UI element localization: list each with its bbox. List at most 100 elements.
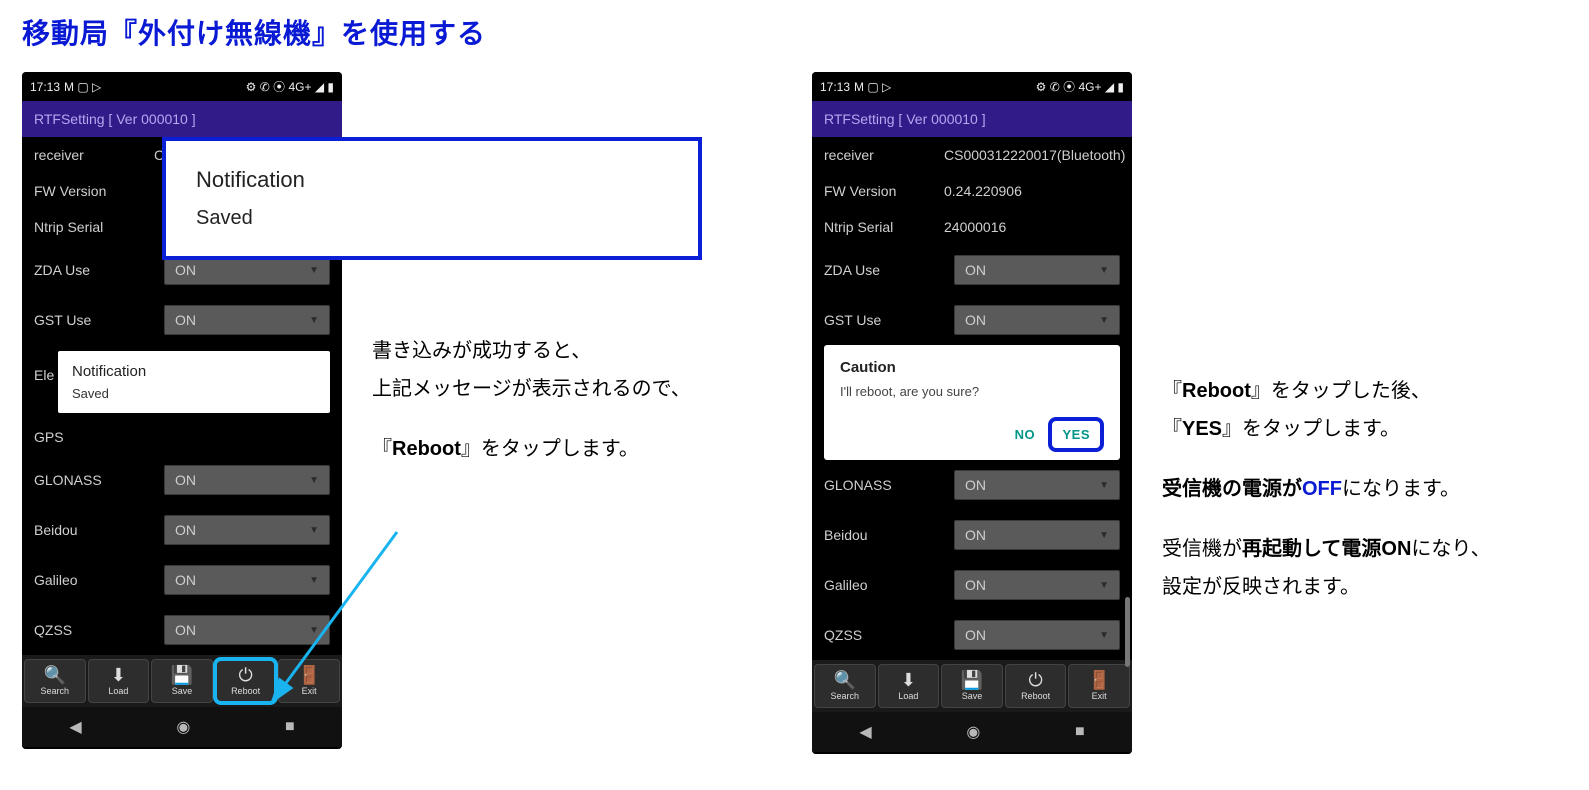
scrollbar[interactable] [1125,597,1130,667]
power-icon: ⏻ [1028,671,1042,689]
chevron-down-icon: ▼ [1099,265,1109,276]
notification-title: Notification [72,363,316,380]
page-title: 移動局『外付け無線機』を使用する [22,12,1567,52]
nav-back-icon[interactable]: ◀ [69,717,81,737]
zda-use-label: ZDA Use [34,262,154,278]
nav-home-icon[interactable]: ◉ [966,722,980,742]
phone-screenshot-right: 17:13 M ▢ ▷ ⚙ ✆ ⦿ 4G+ ◢ ▮ RTFSetting [ Ve… [812,72,1132,754]
status-right-icons: ⚙ ✆ ⦿ 4G+ ◢ ▮ [1036,78,1124,95]
no-button[interactable]: NO [1005,421,1046,448]
notification-callout: Notification Saved [162,137,702,260]
right-instruction-4: 受信機が再起動して電源ONになり、 [1162,530,1567,568]
beidou-label: Beidou [824,527,944,543]
bottom-toolbar: 🔍Search ⬇Load 💾Save ⏻Reboot 🚪Exit [812,660,1132,712]
notification-body: Saved [72,386,316,401]
reboot-button[interactable]: ⏻Reboot [215,659,277,703]
save-icon: 💾 [961,671,983,689]
instruction-line-1: 書き込みが成功すると、 [372,332,691,370]
reboot-button[interactable]: ⏻Reboot [1005,664,1067,708]
qzss-dropdown[interactable]: ON▼ [954,620,1120,650]
chevron-down-icon: ▼ [1099,630,1109,641]
callout-title: Notification [196,167,668,193]
nav-recent-icon[interactable]: ■ [1075,723,1085,741]
gst-use-dropdown[interactable]: ON▼ [954,305,1120,335]
chevron-down-icon: ▼ [309,625,319,636]
chevron-down-icon: ▼ [309,475,319,486]
exit-button[interactable]: 🚪Exit [1068,664,1130,708]
save-button[interactable]: 💾Save [151,659,213,703]
fw-version-value: 0.24.220906 [944,183,1022,199]
beidou-dropdown[interactable]: ON▼ [164,515,330,545]
zda-use-label: ZDA Use [824,262,944,278]
chevron-down-icon: ▼ [309,575,319,586]
beidou-label: Beidou [34,522,154,538]
load-button[interactable]: ⬇Load [88,659,150,703]
qzss-dropdown[interactable]: ON▼ [164,615,330,645]
clock: 17:13 [30,80,60,94]
load-button[interactable]: ⬇Load [878,664,940,708]
save-icon: 💾 [171,666,193,684]
android-nav-bar: ◀ ◉ ■ [812,712,1132,752]
qzss-label: QZSS [34,622,154,638]
receiver-label: receiver [34,147,154,163]
right-instruction-1: 『Reboot』をタップした後、 [1162,372,1567,410]
android-nav-bar: ◀ ◉ ■ [22,707,342,747]
nav-recent-icon[interactable]: ■ [285,718,295,736]
chevron-down-icon: ▼ [309,265,319,276]
gps-label: GPS [34,429,154,445]
fw-version-label: FW Version [34,183,154,199]
exit-icon: 🚪 [298,666,320,684]
clock: 17:13 [820,80,850,94]
load-icon: ⬇ [111,666,126,684]
right-instruction-2: 『YES』をタップします。 [1162,410,1567,448]
exit-button[interactable]: 🚪Exit [278,659,340,703]
nav-home-icon[interactable]: ◉ [176,717,190,737]
search-icon: 🔍 [44,666,66,684]
galileo-dropdown[interactable]: ON▼ [164,565,330,595]
load-icon: ⬇ [901,671,916,689]
status-bar: 17:13 M ▢ ▷ ⚙ ✆ ⦿ 4G+ ◢ ▮ [812,72,1132,101]
power-icon: ⏻ [238,666,252,684]
galileo-label: Galileo [824,577,944,593]
ntrip-serial-value: 24000016 [944,219,1006,235]
chevron-down-icon: ▼ [1099,480,1109,491]
status-left-icons: M ▢ ▷ [64,80,101,94]
search-button[interactable]: 🔍Search [24,659,86,703]
chevron-down-icon: ▼ [1099,580,1109,591]
bottom-toolbar: 🔍Search ⬇Load 💾Save ⏻Reboot 🚪Exit [22,655,342,707]
caution-title: Caution [840,359,1104,376]
caution-dialog: Caution I'll reboot, are you sure? NO YE… [824,345,1120,460]
right-instruction-3: 受信機の電源がOFFになります。 [1162,470,1567,508]
ele-label: Ele [34,367,54,383]
glonass-dropdown[interactable]: ON▼ [954,470,1120,500]
instruction-line-2: 上記メッセージが表示されるので、 [372,370,691,408]
callout-body: Saved [196,207,668,230]
ntrip-serial-label: Ntrip Serial [824,219,944,235]
chevron-down-icon: ▼ [309,315,319,326]
nav-back-icon[interactable]: ◀ [859,722,871,742]
galileo-label: Galileo [34,572,154,588]
exit-icon: 🚪 [1088,671,1110,689]
notification-popup: Notification Saved [58,351,330,413]
search-button[interactable]: 🔍Search [814,664,876,708]
app-header: RTFSetting [ Ver 000010 ] [812,101,1132,137]
gst-use-dropdown[interactable]: ON▼ [164,305,330,335]
glonass-label: GLONASS [824,477,944,493]
right-instruction-5: 設定が反映されます。 [1162,568,1567,606]
chevron-down-icon: ▼ [1099,530,1109,541]
status-left-icons: M ▢ ▷ [854,80,891,94]
save-button[interactable]: 💾Save [941,664,1003,708]
galileo-dropdown[interactable]: ON▼ [954,570,1120,600]
glonass-dropdown[interactable]: ON▼ [164,465,330,495]
beidou-dropdown[interactable]: ON▼ [954,520,1120,550]
ntrip-serial-label: Ntrip Serial [34,219,154,235]
gst-use-label: GST Use [34,312,154,328]
gst-use-label: GST Use [824,312,944,328]
glonass-label: GLONASS [34,472,154,488]
zda-use-dropdown[interactable]: ON▼ [954,255,1120,285]
chevron-down-icon: ▼ [309,525,319,536]
caution-body: I'll reboot, are you sure? [840,384,1104,399]
chevron-down-icon: ▼ [1099,315,1109,326]
receiver-label: receiver [824,147,944,163]
yes-button[interactable]: YES [1048,417,1104,452]
